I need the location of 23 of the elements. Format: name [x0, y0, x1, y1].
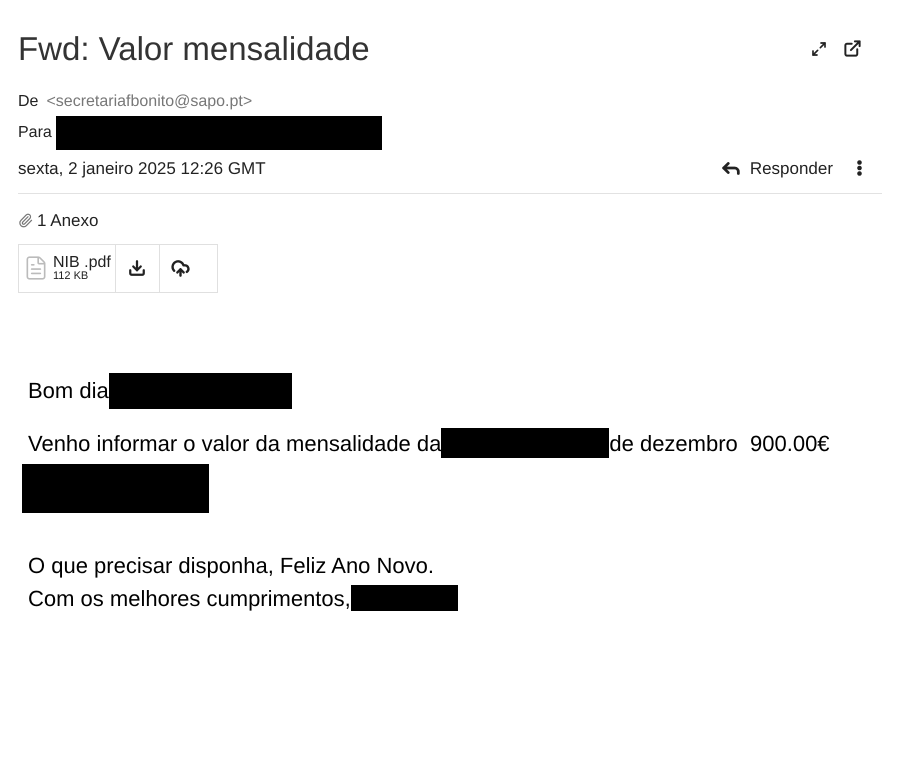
attachment-count: 1 Anexo	[37, 210, 98, 232]
body-text: Com os melhores cumprimentos,	[28, 584, 351, 613]
to-label: Para	[18, 122, 52, 142]
paperclip-icon	[18, 213, 33, 228]
expand-button[interactable]	[811, 40, 827, 57]
cloud-upload-icon	[171, 258, 190, 278]
file-size: 112 KB	[53, 270, 88, 282]
body-text: O que precisar disponha, Feliz Ano Novo.	[28, 552, 434, 580]
email-subject: Fwd: Valor mensalidade	[18, 29, 370, 69]
external-link-icon	[843, 39, 862, 58]
expand-icon	[811, 40, 827, 57]
more-options-button[interactable]	[857, 160, 862, 176]
download-icon	[128, 259, 146, 277]
reply-button[interactable]: Responder	[720, 156, 833, 181]
body-text: Venho informar o valor da mensalidade da	[28, 430, 442, 458]
sender-address: <secretariafbonito@sapo.pt>	[46, 92, 252, 112]
file-name[interactable]: NIB .pdf	[53, 254, 111, 270]
external-link-button[interactable]	[843, 39, 862, 58]
email-date: sexta, 2 janeiro 2025 12:26 GMT	[18, 158, 266, 180]
more-options-icon	[857, 160, 862, 176]
from-label: De	[18, 92, 38, 112]
body-text: de dezembro 900.00€	[609, 430, 830, 458]
body-text: Bom dia	[28, 377, 109, 405]
